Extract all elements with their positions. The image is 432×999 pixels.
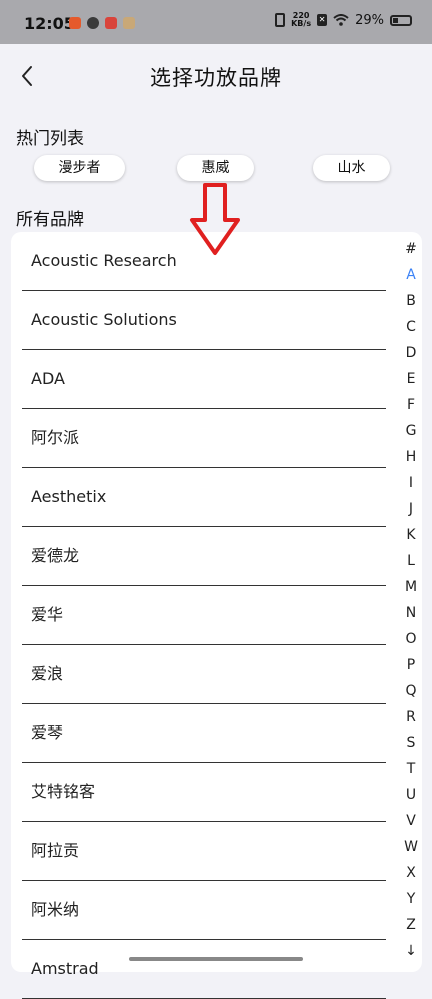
brand-row[interactable]: 阿米纳 xyxy=(22,881,386,940)
index-letter[interactable]: ↓ xyxy=(399,942,423,968)
index-letter[interactable]: N xyxy=(399,604,423,630)
index-letter[interactable]: U xyxy=(399,786,423,812)
index-letter[interactable]: P xyxy=(399,656,423,682)
index-letter[interactable]: A xyxy=(399,266,423,292)
index-letter[interactable]: B xyxy=(399,292,423,318)
index-letter[interactable]: H xyxy=(399,448,423,474)
notification-app-icon xyxy=(69,17,81,29)
network-speed: 220 KB/s xyxy=(291,12,311,28)
index-letter[interactable]: X xyxy=(399,864,423,890)
hot-brand-chip[interactable]: 惠威 xyxy=(177,155,254,181)
status-time: 12:05 xyxy=(24,14,75,33)
brand-row[interactable]: 阿尔派 xyxy=(22,409,386,468)
notification-app-icon xyxy=(87,17,99,29)
brand-row[interactable]: Aesthetix xyxy=(22,468,386,527)
index-letter[interactable]: L xyxy=(399,552,423,578)
notification-app-icon xyxy=(105,17,117,29)
brand-row[interactable]: 艾特铭客 xyxy=(22,763,386,822)
brand-row[interactable]: Acoustic Solutions xyxy=(22,291,386,350)
battery-percent: 29% xyxy=(355,12,384,28)
page-title: 选择功放品牌 xyxy=(150,66,282,90)
status-bar: 12:05 220 KB/s ✕ 29% xyxy=(0,0,432,44)
down-arrow-annotation-icon xyxy=(190,183,240,255)
index-letter[interactable]: C xyxy=(399,318,423,344)
index-letter[interactable]: D xyxy=(399,344,423,370)
brand-row[interactable]: ADA xyxy=(22,350,386,409)
index-letter[interactable]: J xyxy=(399,500,423,526)
hot-brand-chip[interactable]: 漫步者 xyxy=(34,155,125,181)
brand-row[interactable]: 爱浪 xyxy=(22,645,386,704)
index-letter[interactable]: T xyxy=(399,760,423,786)
index-letter[interactable]: F xyxy=(399,396,423,422)
brand-row[interactable]: 爱德龙 xyxy=(22,527,386,586)
brand-list: Acoustic Research Acoustic Solutions ADA 阿尔… xyxy=(22,232,386,999)
hot-list-heading: 热门列表 xyxy=(16,129,84,149)
index-letter[interactable]: E xyxy=(399,370,423,396)
brand-row[interactable]: 阿拉贡 xyxy=(22,822,386,881)
index-letter[interactable]: # xyxy=(399,240,423,266)
index-letter[interactable]: V xyxy=(399,812,423,838)
alphabet-index[interactable]: # A B C D E F G H I J K L M N O P Q R S T U V W X Y Z ↓ xyxy=(399,240,423,968)
index-letter[interactable]: R xyxy=(399,708,423,734)
index-letter[interactable]: O xyxy=(399,630,423,656)
network-speed-unit: KB/s xyxy=(291,19,312,28)
notification-app-icon xyxy=(123,17,135,29)
hot-brand-chip[interactable]: 山水 xyxy=(313,155,390,181)
battery-level-fill xyxy=(393,17,398,23)
index-letter[interactable]: Y xyxy=(399,890,423,916)
brand-row[interactable]: Amstrad xyxy=(22,940,386,999)
index-letter[interactable]: G xyxy=(399,422,423,448)
wifi-icon xyxy=(333,14,349,26)
index-letter[interactable]: Q xyxy=(399,682,423,708)
index-letter[interactable]: I xyxy=(399,474,423,500)
brand-row[interactable]: 爱华 xyxy=(22,586,386,645)
index-letter[interactable]: K xyxy=(399,526,423,552)
vibrate-icon xyxy=(275,13,286,27)
index-letter[interactable]: W xyxy=(399,838,423,864)
index-letter[interactable]: M xyxy=(399,578,423,604)
battery-icon xyxy=(390,14,412,26)
no-sim-icon: ✕ xyxy=(317,14,328,26)
index-letter[interactable]: Z xyxy=(399,916,423,942)
home-indicator[interactable] xyxy=(129,957,303,961)
brand-row[interactable]: 爱琴 xyxy=(22,704,386,763)
all-brands-heading: 所有品牌 xyxy=(16,210,84,230)
index-letter[interactable]: S xyxy=(399,734,423,760)
